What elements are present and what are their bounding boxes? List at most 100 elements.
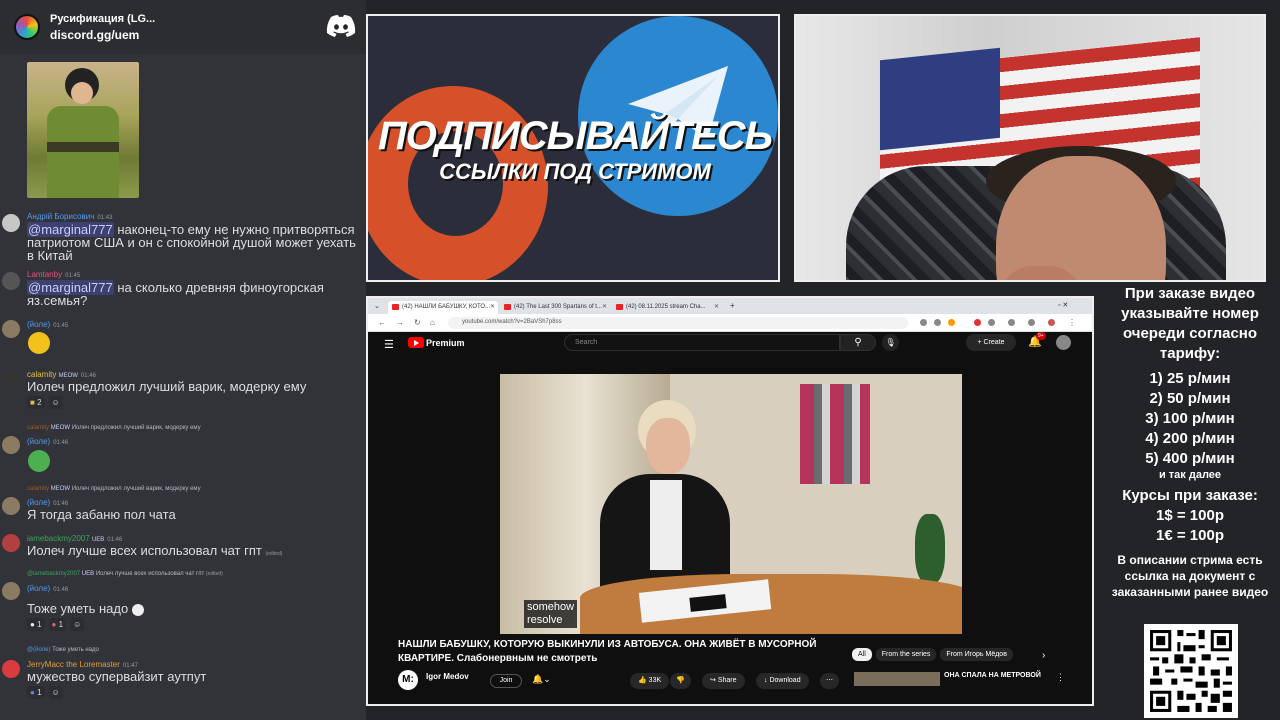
- streamer-image: [846, 146, 1226, 280]
- avatar: [2, 660, 20, 678]
- youtube-brand[interactable]: Premium: [426, 338, 465, 348]
- chat-message: iamebackmy2007 UEB 01:46 Иолеч лучше всех…: [0, 532, 366, 562]
- video-captions: somehow resolve: [524, 600, 578, 628]
- message-text: @marginal777 на сколько древняя финоугор…: [27, 280, 324, 308]
- close-tab-icon[interactable]: ✕: [490, 303, 495, 310]
- extension-icon[interactable]: [934, 319, 941, 326]
- username[interactable]: iamebackmy2007: [27, 534, 90, 543]
- order-rules: При заказе видео указывайте номер очеред…: [1100, 284, 1280, 600]
- reaction[interactable]: ■ 2: [27, 396, 45, 409]
- window-controls-icon[interactable]: ▫ ✕: [1058, 301, 1068, 309]
- browser-tab[interactable]: (42) 08.11.2025 stream Cha... ✕: [612, 301, 722, 314]
- add-reaction-icon[interactable]: ☺: [48, 686, 63, 699]
- youtube-logo-icon[interactable]: [408, 337, 424, 348]
- reaction[interactable]: ● 1: [27, 618, 45, 631]
- course-item: 1$ = 100р: [1156, 507, 1224, 524]
- courses-title: Курсы при заказе:: [1122, 487, 1258, 504]
- emoji-icon: [131, 603, 144, 616]
- profile-icon[interactable]: [1048, 319, 1055, 326]
- account-avatar[interactable]: [1056, 335, 1071, 350]
- add-reaction-icon[interactable]: ☺: [48, 396, 63, 409]
- stream-layout: Русификация (LG... discord.gg/uem Андрій…: [0, 0, 1280, 720]
- close-tab-icon[interactable]: ✕: [714, 303, 719, 310]
- username[interactable]: calamity: [27, 370, 56, 379]
- username[interactable]: (йоле): [27, 437, 50, 446]
- search-input[interactable]: Search: [564, 334, 840, 351]
- chip-all[interactable]: All: [852, 648, 872, 661]
- username[interactable]: JerryMacc the Loremaster: [27, 660, 120, 669]
- message-text: @marginal777 наконец-то ему не нужно при…: [27, 222, 356, 263]
- reply-preview[interactable]: calamity MEOW Иолеч предложил лучший вар…: [27, 425, 201, 431]
- menu-dots-icon[interactable]: ⋮: [1068, 318, 1076, 327]
- tab-menu-icon[interactable]: ⌄: [374, 302, 380, 310]
- chevron-right-icon[interactable]: ›: [1042, 650, 1045, 661]
- tariff-item: 4) 200 р/мин: [1145, 430, 1235, 447]
- channel-name[interactable]: Igor Medov: [426, 672, 469, 681]
- youtube-favicon-icon: [392, 304, 399, 310]
- reply-preview[interactable]: @iamebackmy2007 UEB Иолеч лучше всех исп…: [27, 571, 223, 577]
- video-player[interactable]: somehow resolve: [500, 374, 962, 634]
- mic-icon[interactable]: 🎙: [882, 334, 899, 351]
- forward-icon[interactable]: →: [396, 318, 404, 327]
- chat-message: calamity MEOW Иолеч предложил лучший вар…: [0, 424, 366, 474]
- more-options-icon[interactable]: ⋮: [1056, 672, 1065, 683]
- username[interactable]: (йоле): [27, 498, 50, 507]
- reply-preview[interactable]: calamity MEOW Иолеч предложил лучший вар…: [27, 486, 201, 492]
- address-bar: ← → ↻ ⌂ youtube.com/watch?v=2BaVSh7p8ss …: [368, 314, 1092, 332]
- dislike-button[interactable]: 👎: [670, 673, 691, 689]
- extension-icon[interactable]: [920, 319, 927, 326]
- tariff-item: 5) 400 р/мин: [1145, 450, 1235, 467]
- more-actions-button[interactable]: ⋯: [820, 673, 839, 689]
- browser-tab-active[interactable]: (42) НАШЛИ БАБУШКУ, КОТО... ✕: [388, 301, 498, 314]
- new-tab-icon[interactable]: +: [730, 301, 735, 310]
- avatar: [2, 214, 20, 232]
- youtube-favicon-icon: [504, 304, 511, 310]
- browser-tab[interactable]: (42) The Last 300 Spartans of t... ✕: [500, 301, 610, 314]
- reaction[interactable]: ● 1: [48, 618, 67, 631]
- extension-icon[interactable]: [948, 319, 955, 326]
- subscribe-bell-icon[interactable]: 🔔⌄: [532, 674, 551, 685]
- extension-icon[interactable]: [974, 319, 981, 326]
- chip-from-channel[interactable]: From Игорь Мёдов: [940, 648, 1013, 661]
- chat-message: calamity MEOW 01:46 Иолеч предложил лучши…: [0, 366, 366, 410]
- pepe-emoji-icon: [28, 450, 50, 472]
- invite-link[interactable]: discord.gg/uem: [50, 28, 155, 42]
- chat-header: Русификация (LG... discord.gg/uem: [0, 0, 366, 54]
- related-video-item[interactable]: ОНА СПАЛА НА МЕТРОВОЙ: [854, 670, 1054, 688]
- timestamp: 01:45: [65, 273, 81, 279]
- add-reaction-icon[interactable]: ☺: [70, 618, 85, 631]
- chat-message: Андрій Борисович 01:43 @marginal777 након…: [0, 210, 366, 263]
- tariff-item: 2) 50 р/мин: [1149, 390, 1231, 407]
- chip-from-series[interactable]: From the series: [875, 648, 937, 661]
- tab-strip: ⌄ (42) НАШЛИ БАБУШКУ, КОТО... ✕ (42) The …: [368, 298, 1092, 314]
- extension-icon[interactable]: [1028, 319, 1035, 326]
- message-text: мужество супервайзит аутпут: [27, 669, 207, 684]
- username[interactable]: Андрій Борисович: [27, 212, 94, 221]
- reload-icon[interactable]: ↻: [414, 318, 421, 327]
- create-button[interactable]: + Create: [966, 334, 1016, 351]
- share-button[interactable]: ↪ Share: [702, 673, 745, 689]
- reaction[interactable]: ● 1: [27, 686, 45, 699]
- like-button[interactable]: 👍 33K: [630, 673, 670, 689]
- chat-message: @(йоле) Тоже уметь надо JerryMacc the Lo…: [0, 646, 366, 706]
- username[interactable]: (йоле): [27, 584, 50, 593]
- home-icon[interactable]: ⌂: [430, 318, 435, 327]
- url-field[interactable]: youtube.com/watch?v=2BaVSh7p8ss: [448, 317, 908, 329]
- reply-preview[interactable]: @(йоле) Тоже уметь надо: [27, 647, 99, 653]
- channel-row: M: Igor Medov Join 🔔⌄ 👍 33K 👎 ↪ Share ↓ …: [398, 670, 858, 692]
- extension-icon[interactable]: [1008, 319, 1015, 326]
- username[interactable]: Lamtanby: [27, 270, 62, 279]
- username[interactable]: (йоле): [27, 320, 50, 329]
- avatar: [2, 370, 20, 388]
- join-button[interactable]: Join: [490, 674, 522, 688]
- menu-icon[interactable]: ☰: [384, 338, 394, 351]
- timestamp: 01:46: [53, 440, 69, 446]
- search-icon[interactable]: ⚲: [840, 334, 876, 351]
- close-tab-icon[interactable]: ✕: [602, 303, 607, 310]
- back-icon[interactable]: ←: [378, 318, 386, 327]
- banner-headline: ПОДПИСЫВАЙТЕСЬ: [377, 114, 773, 158]
- extension-icon[interactable]: [988, 319, 995, 326]
- channel-avatar[interactable]: M:: [398, 670, 418, 690]
- download-button[interactable]: ↓ Download: [756, 673, 809, 689]
- youtube-topbar: ☰ Premium Search ⚲ 🎙 + Create 🔔 9+: [368, 332, 1092, 354]
